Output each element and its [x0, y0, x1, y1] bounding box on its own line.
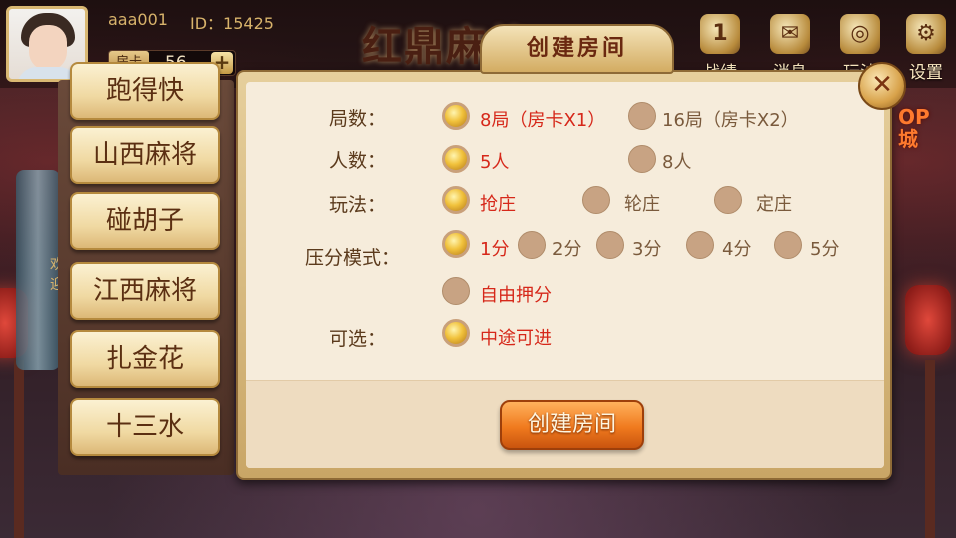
top-menu-settings[interactable]: ⚙ 设置 [898, 14, 954, 84]
radio-rounds-16[interactable] [628, 102, 656, 130]
radio-bet-free[interactable] [442, 277, 470, 305]
radio-bet-3[interactable] [596, 231, 624, 259]
option-join-midway[interactable]: 中途可进 [480, 324, 552, 350]
players-label: 人数： [328, 150, 386, 172]
radio-players-5[interactable] [442, 145, 470, 173]
create-room-button[interactable]: 创建房间 [500, 400, 644, 450]
rules-icon: ◎ [840, 14, 880, 54]
bet-mode-label: 压分模式： [304, 247, 400, 269]
close-button[interactable]: ✕ [858, 62, 906, 110]
game-item[interactable]: 山西麻将 [70, 126, 220, 184]
lantern-right [905, 285, 951, 355]
pillar-right [925, 360, 935, 538]
radio-bet-1[interactable] [442, 230, 470, 258]
game-item[interactable]: 扎金花 [70, 330, 220, 388]
game-item[interactable]: 十三水 [70, 398, 220, 456]
option-play-fixed[interactable]: 定庄 [756, 190, 792, 216]
radio-bet-2[interactable] [518, 231, 546, 259]
dialog-title: 创建房间 [480, 24, 674, 74]
option-players-5[interactable]: 5人 [480, 148, 509, 174]
radio-play-rotate[interactable] [582, 186, 610, 214]
avatar-face [29, 25, 67, 71]
option-players-8[interactable]: 8人 [662, 148, 691, 174]
option-rounds-16[interactable]: 16局（房卡X2） [662, 106, 799, 132]
option-bet-free[interactable]: 自由押分 [480, 281, 552, 307]
radio-rounds-8[interactable] [442, 102, 470, 130]
game-item[interactable]: 碰胡子 [70, 192, 220, 250]
radio-bet-5[interactable] [774, 231, 802, 259]
radio-join-midway[interactable] [442, 319, 470, 347]
pillar-left [14, 360, 24, 538]
option-play-grab[interactable]: 抢庄 [480, 190, 516, 216]
radio-play-grab[interactable] [442, 186, 470, 214]
option-bet-2[interactable]: 2分 [552, 235, 581, 261]
option-rounds-8[interactable]: 8局（房卡X1） [480, 106, 605, 132]
radio-bet-4[interactable] [686, 231, 714, 259]
option-bet-4[interactable]: 4分 [722, 235, 751, 261]
radio-play-fixed[interactable] [714, 186, 742, 214]
top-menu-label: 设置 [909, 63, 943, 83]
option-bet-3[interactable]: 3分 [632, 235, 661, 261]
option-play-rotate[interactable]: 轮庄 [624, 190, 660, 216]
message-icon: ✉ [770, 14, 810, 54]
radio-players-8[interactable] [628, 145, 656, 173]
rounds-label: 局数： [328, 108, 386, 130]
optional-label: 可选： [328, 328, 386, 350]
game-item[interactable]: 跑得快 [70, 62, 220, 120]
username: aaa001 [108, 10, 168, 29]
shop-sign[interactable]: OP 城 [898, 106, 956, 150]
game-item[interactable]: 江西麻将 [70, 262, 220, 320]
play-mode-label: 玩法： [328, 194, 386, 216]
record-icon: 1 [700, 14, 740, 54]
option-bet-1[interactable]: 1分 [480, 235, 509, 261]
gear-icon: ⚙ [906, 14, 946, 54]
user-id: ID：15425 [190, 14, 274, 33]
option-bet-5[interactable]: 5分 [810, 235, 839, 261]
